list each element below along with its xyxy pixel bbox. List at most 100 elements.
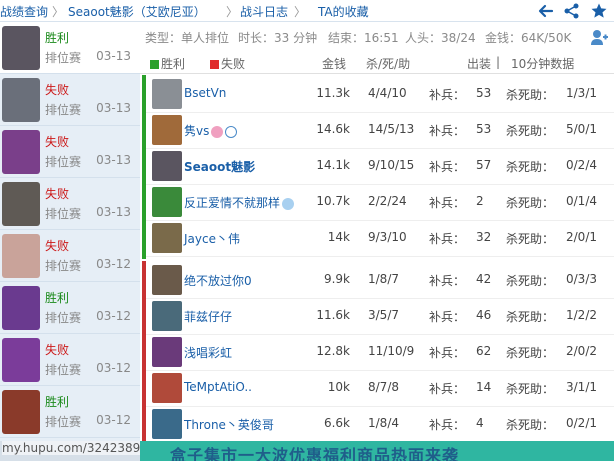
player-name[interactable]: 菲兹仔仔 [184,308,232,325]
back-arrow-icon[interactable] [537,2,555,20]
match-date: 03-12 [96,309,131,323]
star-icon[interactable] [590,2,608,20]
player-kp: 0/2/1 [566,416,597,430]
player-name[interactable]: Jayce丶伟 [184,230,240,247]
match-mode: 排位赛 [45,207,82,221]
player-row[interactable]: Jayce丶伟 14k 9/3/10 补兵： 32 杀死助： 2/0/1 [146,219,614,257]
player-name[interactable]: Throne丶英俊哥 [184,416,274,433]
player-row[interactable]: 浅唱彩虹 12.8k 11/10/9 补兵： 62 杀死助： 2/0/2 [146,333,614,371]
match-list-item[interactable]: 胜利 排位赛 03-12 [0,282,140,334]
match-result: 失败 [45,187,70,201]
player-kp: 2/0/2 [566,344,597,358]
player-name[interactable]: 绝不放过你0 [184,272,252,289]
promo-banner-text: 盒子集市一大波优惠福利商品热面来袭 [170,446,460,461]
match-mode: 排位赛 [45,259,82,273]
player-kda: 9/10/15 [368,158,415,172]
player-name[interactable]: Seaoot魅影 [184,158,255,175]
match-list-item[interactable]: 失败 排位赛 03-12 [0,230,140,282]
player-gold: 11.6k [316,308,350,322]
match-type: 类型：单人排位 [145,31,230,45]
share-icon[interactable] [563,2,581,20]
cs-label: 补兵： [429,346,466,360]
legend-win-swatch [150,60,159,69]
match-list-item[interactable]: 失败 排位赛 03-13 [0,126,140,178]
player-row[interactable]: 绝不放过你0 9.9k 1/8/7 补兵： 42 杀死助： 0/3/3 [146,261,614,299]
match-result: 失败 [45,343,70,357]
nav-battle-log[interactable]: 战斗日志 [240,3,288,20]
nav-player-name[interactable]: Seaoot魅影（艾欧尼亚） [68,3,206,20]
match-list-item[interactable]: 胜利 排位赛 03-12 [0,386,140,438]
cs-label: 补兵： [429,382,466,396]
player-cs: 53 [476,86,492,100]
champion-avatar [152,373,182,403]
match-result: 失败 [45,135,70,149]
match-date: 03-13 [96,49,131,63]
match-list-item[interactable]: 胜利 排位赛 03-13 [0,22,140,74]
cs-label: 补兵： [429,418,466,432]
champion-avatar [152,79,182,109]
legend-win-label: 胜利 [161,57,186,71]
match-result: 胜利 [45,291,70,305]
match-mode: 排位赛 [45,363,82,377]
player-row[interactable]: 菲兹仔仔 11.6k 3/5/7 补兵： 46 杀死助： 1/2/2 [146,297,614,335]
champion-avatar [2,234,40,278]
champion-avatar [2,182,40,226]
kp-label: 杀死助： [506,196,555,210]
refresh-icon[interactable] [588,26,610,48]
player-cs: 4 [476,416,484,430]
player-kda: 8/7/8 [368,380,399,394]
player-row[interactable]: BsetVn 11.3k 4/4/10 补兵： 53 杀死助： 1/3/1 [146,75,614,113]
currency-icon [225,125,238,138]
match-duration: 时长：33 分钟 [238,31,318,45]
player-name[interactable]: TeMptAtiO.. [184,380,252,394]
match-mode: 排位赛 [45,415,82,429]
promo-banner[interactable]: 盒子集市一大波优惠福利商品热面来袭 [140,441,614,461]
match-kills: 人头：38/24 [405,31,476,45]
player-row[interactable]: Seaoot魅影 14.1k 9/10/15 补兵： 57 杀死助： 0/2/4 [146,147,614,185]
player-kda: 3/5/7 [368,308,399,322]
player-cs: 14 [476,380,492,394]
cs-label: 补兵： [429,310,466,324]
match-date: 03-12 [96,361,131,375]
match-date: 03-13 [96,205,131,219]
player-name-wrapper[interactable]: 隽vs [184,122,238,139]
nav-match-query[interactable]: 战绩查询 [0,3,48,20]
match-date: 03-13 [96,101,131,115]
player-row[interactable]: 反正爱情不就那样 10.7k 2/2/24 补兵： 2 杀死助： 0/1/4 [146,183,614,221]
match-list-item[interactable]: 失败 排位赛 03-13 [0,178,140,230]
match-date: 03-12 [96,413,131,427]
player-name-wrapper[interactable]: 反正爱情不就那样 [184,194,295,211]
player-cs: 53 [476,122,492,136]
kp-label: 杀死助： [506,346,555,360]
nav-separator: 〉 [294,5,307,19]
player-kda: 4/4/10 [368,86,407,100]
player-kp: 0/3/3 [566,272,597,286]
cs-label: 补兵： [429,124,466,138]
champion-avatar [2,130,40,174]
champion-avatar [152,409,182,439]
champion-avatar [2,338,40,382]
player-row[interactable]: 隽vs 14.6k 14/5/13 补兵： 53 杀死助： 5/0/1 [146,111,614,149]
nav-favorites[interactable]: TA的收藏 [318,3,369,20]
cs-label: 补兵： [429,160,466,174]
player-name[interactable]: 浅唱彩虹 [184,344,232,361]
match-list-item[interactable]: 失败 排位赛 03-12 [0,334,140,386]
column-ten-min[interactable]: 10分钟数据 [511,55,574,72]
column-items: 出装 [467,57,492,71]
player-name[interactable]: BsetVn [184,86,226,100]
player-kp: 0/1/4 [566,194,597,208]
kp-label: 杀死助： [506,124,555,138]
match-list-sidebar: 胜利 排位赛 03-13 失败 排位赛 03-13 失败 排位赛 03-13 失… [0,22,140,441]
kp-label: 杀死助： [506,232,555,246]
player-row[interactable]: TeMptAtiO.. 10k 8/7/8 补兵： 14 杀死助： 3/1/1 [146,369,614,407]
match-list-item[interactable]: 失败 排位赛 03-13 [0,74,140,126]
player-cs: 62 [476,344,492,358]
player-row[interactable]: Throne丶英俊哥 6.6k 1/8/4 补兵： 4 杀死助： 0/2/1 [146,405,614,443]
cs-label: 补兵： [429,196,466,210]
cs-label: 补兵： [429,88,466,102]
player-gold: 9.9k [323,272,350,286]
player-gold: 6.6k [323,416,350,430]
player-kp: 5/0/1 [566,122,597,136]
legend-lose-swatch [210,60,219,69]
legend-lose-label: 失败 [221,57,246,71]
